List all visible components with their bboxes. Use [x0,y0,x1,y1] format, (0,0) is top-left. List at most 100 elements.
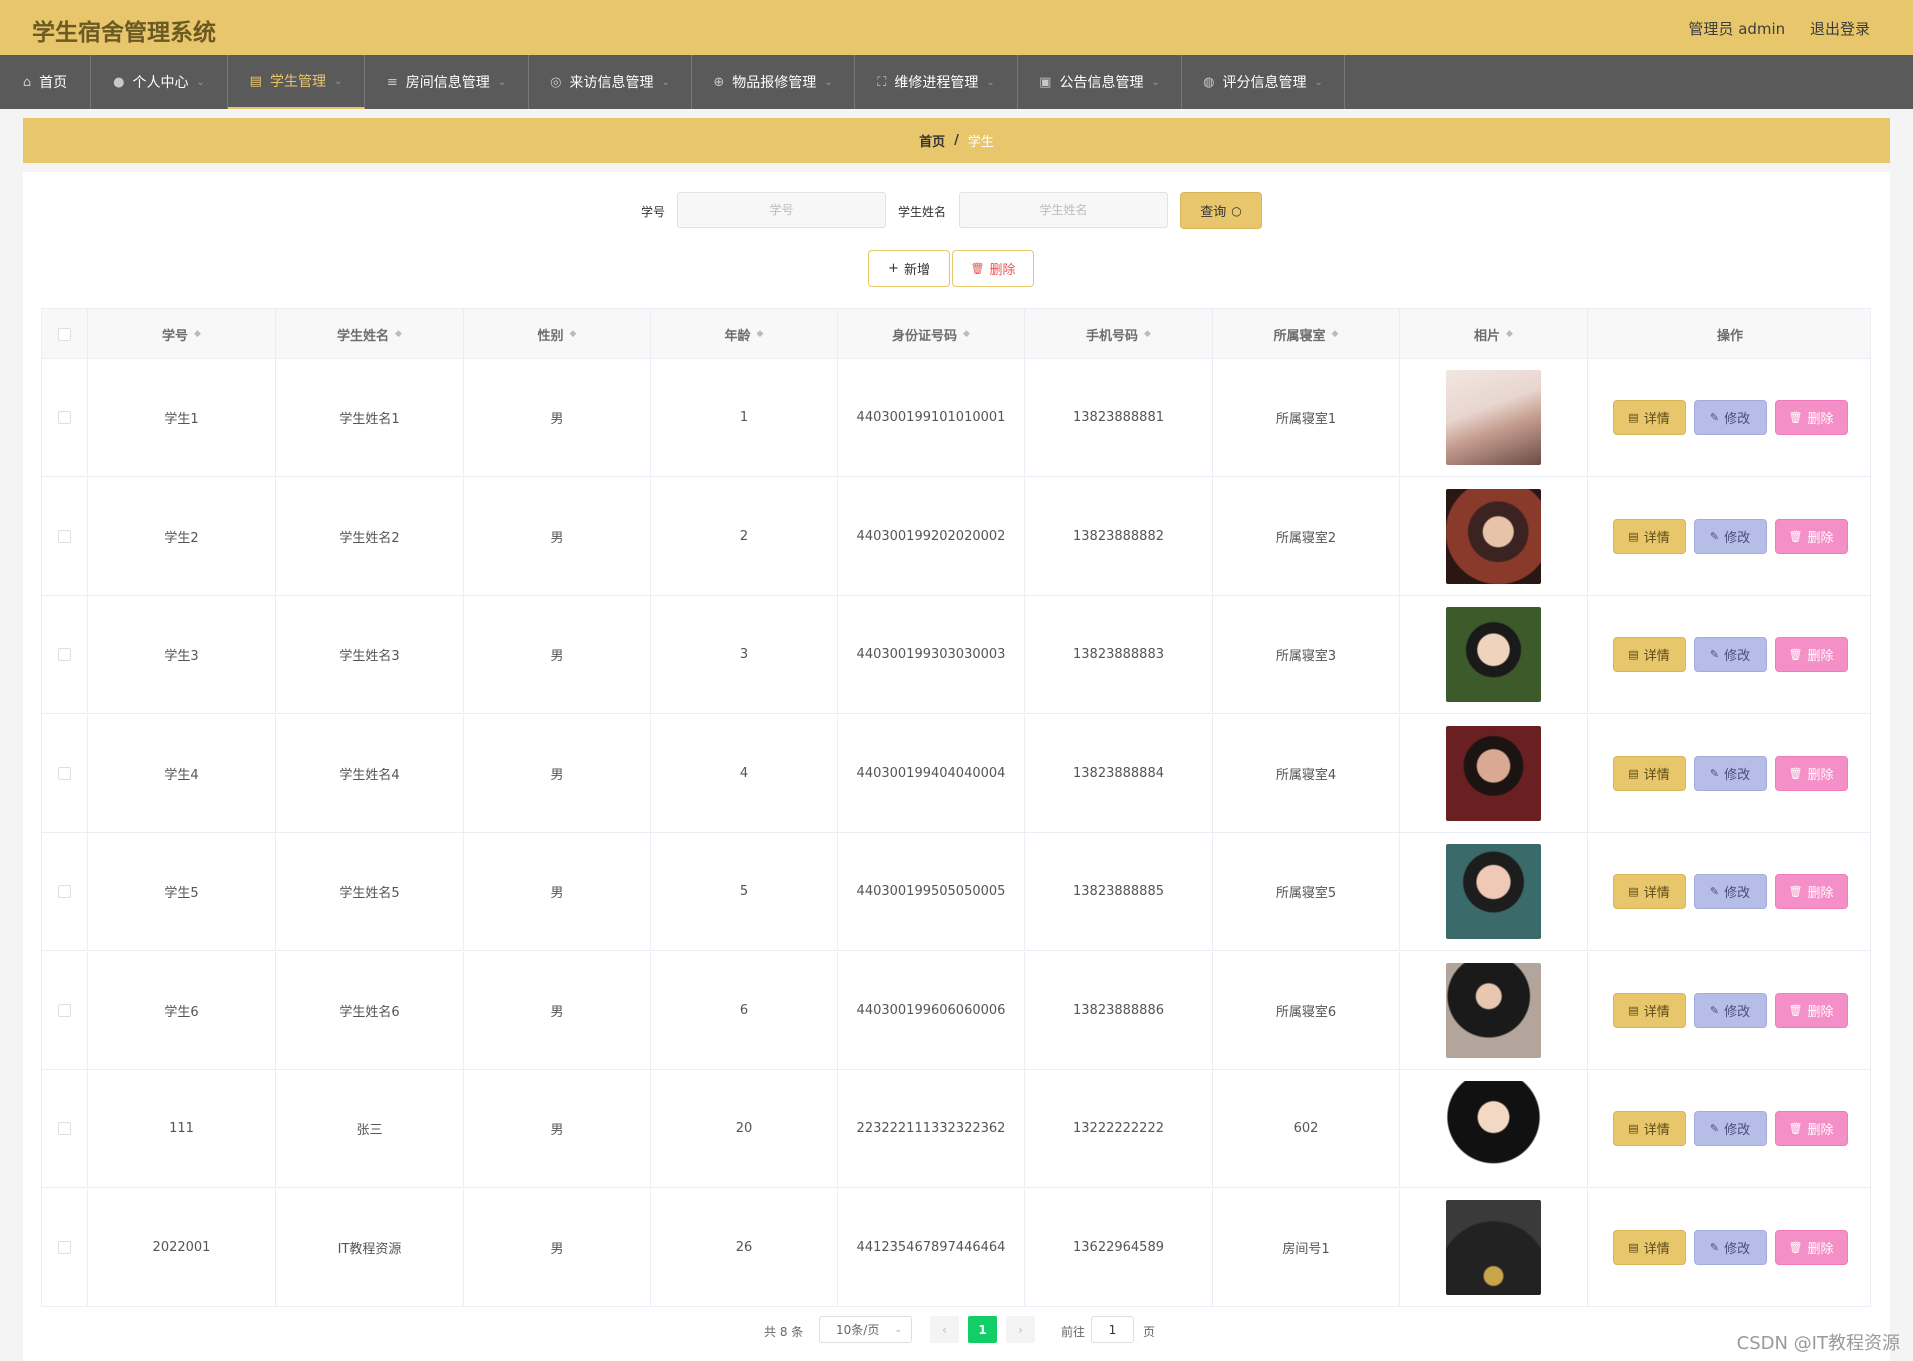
sort-icon: ◆ [1144,329,1151,339]
nav-item-visitor-info[interactable]: ◎ 来访信息管理 ⌄ [529,55,692,109]
nav-item-repair-request[interactable]: ⊕ 物品报修管理 ⌄ [692,55,855,109]
student-photo[interactable] [1446,725,1541,821]
select-all-checkbox[interactable] [58,327,71,341]
delete-button[interactable]: 🗑 删除 [1774,518,1848,554]
add-button[interactable]: + 新增 [868,250,950,287]
actions-cell: ▤ 详情 ✎ 修改 🗑 删除 [1588,952,1872,1069]
column-student-name[interactable]: 学生姓名 ◆ [276,309,464,359]
detail-button[interactable]: ▤ 详情 [1612,874,1686,909]
clipboard-icon: ▣ [1039,74,1052,90]
trash-icon: 🗑 [970,262,985,275]
student-name-input[interactable] [959,192,1168,228]
edit-button[interactable]: ✎ 修改 [1693,400,1767,435]
delete-button[interactable]: 🗑 删除 [1774,1111,1848,1146]
cell-id-card: 440300199606060006 [838,951,1025,1069]
delete-button[interactable]: 🗑 删除 [1774,637,1848,672]
batch-delete-button[interactable]: 🗑 删除 [952,250,1034,287]
column-room[interactable]: 所属寝室 ◆ [1213,309,1400,359]
cell-gender: 男 [464,714,651,832]
row-checkbox[interactable] [58,411,71,424]
nav-item-rating-info[interactable]: ◍ 评分信息管理 ⌄ [1182,55,1345,109]
logout-link[interactable]: 退出登录 [1810,20,1870,38]
nav-label: 个人中心 [132,75,189,91]
column-student-no[interactable]: 学号 ◆ [88,309,276,359]
delete-button[interactable]: 🗑 删除 [1774,755,1848,791]
goto-label: 前往 [1061,1325,1086,1339]
next-page-button[interactable]: › [1006,1316,1035,1343]
row-checkbox[interactable] [58,529,71,543]
cell-name: 学生姓名2 [276,477,464,595]
detail-button[interactable]: ▤ 详情 [1612,518,1686,554]
row-checkbox[interactable] [58,1240,71,1254]
column-age[interactable]: 年龄 ◆ [651,309,838,359]
student-photo[interactable] [1446,370,1541,465]
student-no-input[interactable] [677,192,886,228]
detail-button[interactable]: ▤ 详情 [1612,1111,1686,1146]
breadcrumb-home[interactable]: 首页 [919,131,945,150]
student-photo[interactable] [1446,607,1541,702]
cell-no: 学生6 [88,951,276,1069]
cell-no: 学生5 [88,833,276,950]
column-photo[interactable]: 相片 ◆ [1400,309,1588,359]
column-id-card[interactable]: 身份证号码 ◆ [838,309,1025,359]
goto-page-input[interactable]: 1 [1091,1316,1134,1343]
trash-icon: 🗑 [1788,1240,1803,1254]
chevron-right-icon: › [1018,1322,1023,1337]
student-photo[interactable] [1446,844,1541,939]
row-checkbox[interactable] [58,1122,71,1135]
cell-phone: 13222222222 [1025,1070,1213,1187]
prev-page-button[interactable]: ‹ [930,1316,959,1343]
cell-gender: 男 [464,1070,651,1187]
nav-item-student-management[interactable]: ▤ 学生管理 ⌄ [228,55,365,109]
edit-button[interactable]: ✎ 修改 [1693,874,1767,909]
breadcrumb-current: 学生 [967,135,994,150]
header-user-area: 管理员 admin 退出登录 [1668,18,1870,39]
sort-icon: ◆ [395,329,402,339]
query-button[interactable]: 查询 ○ [1180,192,1262,229]
row-checkbox[interactable] [58,766,71,780]
photo-cell [1400,714,1588,832]
nav-item-announcement[interactable]: ▣ 公告信息管理 ⌄ [1018,55,1182,109]
row-checkbox[interactable] [58,885,71,898]
row-checkbox[interactable] [58,1003,71,1017]
student-photo[interactable] [1446,1199,1541,1295]
trash-icon: 🗑 [1788,885,1803,898]
edit-button[interactable]: ✎ 修改 [1693,1229,1767,1265]
detail-button[interactable]: ▤ 详情 [1612,400,1686,435]
nav-item-home[interactable]: ⌂ 首页 [0,55,91,109]
detail-button[interactable]: ▤ 详情 [1612,755,1686,791]
student-photo[interactable] [1446,1081,1541,1176]
edit-button[interactable]: ✎ 修改 [1693,518,1767,554]
cell-no: 2022001 [88,1188,276,1306]
cell-gender: 男 [464,833,651,950]
photo-cell [1400,1070,1588,1187]
delete-button[interactable]: 🗑 删除 [1774,400,1848,435]
page-number-current[interactable]: 1 [968,1316,997,1343]
edit-button[interactable]: ✎ 修改 [1693,992,1767,1028]
cell-age: 5 [651,833,838,950]
sort-icon: ◆ [756,329,764,339]
delete-button[interactable]: 🗑 删除 [1774,992,1848,1028]
detail-button[interactable]: ▤ 详情 [1612,637,1686,672]
edit-button[interactable]: ✎ 修改 [1693,637,1767,672]
cell-age: 4 [651,714,838,832]
admin-user-label[interactable]: 管理员 admin [1688,20,1785,38]
delete-button[interactable]: 🗑 删除 [1774,874,1848,909]
photo-cell [1400,833,1588,950]
row-checkbox[interactable] [58,648,71,661]
detail-button[interactable]: ▤ 详情 [1612,992,1686,1028]
cell-phone: 13622964589 [1025,1188,1213,1306]
nav-item-personal-center[interactable]: ● 个人中心 ⌄ [91,55,228,109]
column-gender[interactable]: 性别 ◆ [464,309,651,359]
page-size-select[interactable]: 10条/页 ⌄ [819,1316,912,1343]
edit-button[interactable]: ✎ 修改 [1693,1111,1767,1146]
chart-icon: ▤ [249,73,262,89]
student-photo[interactable] [1446,488,1541,584]
delete-button[interactable]: 🗑 删除 [1774,1229,1848,1265]
column-phone[interactable]: 手机号码 ◆ [1025,309,1213,359]
student-photo[interactable] [1446,962,1541,1058]
nav-item-room-info[interactable]: ≡ 房间信息管理 ⌄ [365,55,529,109]
nav-item-repair-progress[interactable]: ⛶ 维修进程管理 ⌄ [855,55,1018,109]
edit-button[interactable]: ✎ 修改 [1693,755,1767,791]
detail-button[interactable]: ▤ 详情 [1612,1229,1686,1265]
